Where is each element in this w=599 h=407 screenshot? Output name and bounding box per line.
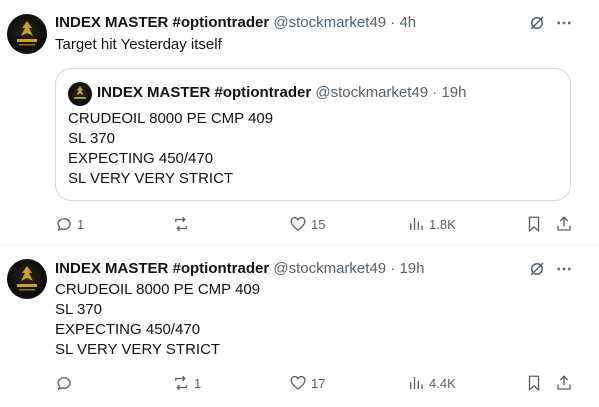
quote-line: SL VERY VERY STRICT	[68, 170, 234, 187]
tweet-text: CRUDEOIL 8000 PE CMP 409 SL 370 EXPECTIN…	[55, 280, 260, 360]
views-icon	[410, 377, 423, 389]
tweet-header: INDEX MASTER #optiontrader @stockmarket4…	[55, 13, 416, 33]
tweet-line: CRUDEOIL 8000 PE CMP 409	[55, 281, 261, 298]
tweet-header: INDEX MASTER #optiontrader @stockmarket4…	[55, 259, 425, 279]
share-button[interactable]	[555, 373, 573, 393]
reply-icon	[57, 218, 71, 232]
author-handle[interactable]: @stockmarket49	[273, 260, 386, 277]
author-name[interactable]: INDEX MASTER #optiontrader	[55, 14, 269, 31]
tweet-line: SL VERY VERY STRICT	[55, 341, 221, 358]
quote-line: SL 370	[68, 130, 115, 147]
views-button[interactable]: 4.4K	[407, 373, 456, 393]
author-name[interactable]: INDEX MASTER #optiontrader	[55, 260, 269, 277]
quote-author-name: INDEX MASTER #optiontrader	[97, 84, 312, 101]
quote-text: CRUDEOIL 8000 PE CMP 409 SL 370 EXPECTIN…	[68, 109, 273, 189]
avatar[interactable]	[7, 259, 47, 299]
more-icon[interactable]	[554, 259, 574, 279]
view-count: 4.4K	[429, 375, 456, 391]
tweet-line: SL 370	[55, 301, 102, 318]
quote-avatar	[68, 82, 92, 106]
bookmark-icon	[528, 375, 540, 392]
repost-button[interactable]: 1	[172, 373, 201, 393]
tweet-text: Target hit Yesterday itself	[55, 36, 222, 53]
action-bar: 1 17 4.4K	[55, 373, 575, 393]
logo-icon	[74, 86, 86, 99]
timestamp[interactable]: 4h	[399, 14, 416, 31]
share-button[interactable]	[555, 214, 573, 234]
tweet[interactable]: INDEX MASTER #optiontrader @stockmarket4…	[0, 246, 599, 407]
repost-icon	[175, 375, 187, 391]
avatar[interactable]	[7, 14, 47, 54]
grok-icon[interactable]	[527, 13, 547, 33]
reply-icon	[57, 377, 71, 391]
bookmark-button[interactable]	[525, 373, 543, 393]
like-button[interactable]: 15	[289, 214, 325, 234]
view-count: 1.8K	[429, 216, 456, 232]
tweet-line: EXPECTING 450/470	[55, 321, 201, 338]
grok-icon[interactable]	[527, 259, 547, 279]
like-count: 15	[311, 216, 326, 232]
separator-dot: ·	[432, 84, 438, 101]
more-icon[interactable]	[554, 13, 574, 33]
repost-count: 1	[194, 375, 202, 391]
reply-count: 1	[77, 216, 85, 232]
quoted-tweet[interactable]: INDEX MASTER #optiontrader @stockmarket4…	[55, 68, 571, 201]
like-count: 17	[311, 375, 326, 391]
repost-button[interactable]	[172, 214, 194, 234]
reply-button[interactable]	[55, 373, 77, 393]
quote-line: EXPECTING 450/470	[68, 150, 214, 167]
divider	[0, 244, 599, 245]
separator-dot: ·	[390, 260, 396, 277]
views-icon	[410, 218, 423, 230]
logo-icon	[17, 266, 37, 291]
author-handle[interactable]: @stockmarket49	[273, 14, 386, 31]
separator-dot: ·	[390, 14, 396, 31]
share-icon	[557, 216, 571, 231]
action-bar: 1 15 1.8K	[55, 214, 575, 234]
quote-header: INDEX MASTER #optiontrader @stockmarket4…	[97, 83, 467, 103]
bookmark-button[interactable]	[525, 214, 543, 234]
views-button[interactable]: 1.8K	[407, 214, 456, 234]
like-icon	[290, 375, 306, 390]
like-icon	[290, 216, 306, 231]
bookmark-icon	[528, 216, 540, 233]
tweet[interactable]: INDEX MASTER #optiontrader @stockmarket4…	[0, 0, 599, 244]
reply-button[interactable]: 1	[55, 214, 84, 234]
timestamp[interactable]: 19h	[399, 260, 424, 277]
logo-icon	[17, 21, 37, 46]
like-button[interactable]: 17	[289, 373, 325, 393]
quote-timestamp: 19h	[441, 84, 467, 101]
quote-line: CRUDEOIL 8000 PE CMP 409	[68, 110, 274, 127]
repost-icon	[175, 216, 187, 232]
share-icon	[557, 375, 571, 390]
quote-author-handle: @stockmarket49	[315, 84, 429, 101]
